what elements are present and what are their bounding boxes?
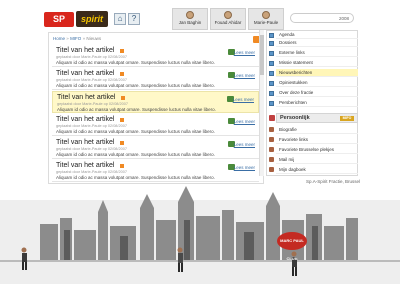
user-tab-fouad[interactable]: Fouad Ahidar <box>210 8 246 30</box>
read-more-link[interactable]: Lees meer <box>234 50 255 55</box>
read-more-link[interactable]: Lees meer <box>234 165 255 170</box>
vertical-scrollbar[interactable] <box>259 30 264 176</box>
news-icon <box>269 71 274 76</box>
mission-icon <box>269 61 274 66</box>
article-meta: geplaatst door Marie-Paule op 02/08/2007 <box>56 170 127 174</box>
read-more-link[interactable]: Lees meer <box>234 119 255 124</box>
sidebar-item-over-deze-fractie[interactable]: Over deze fractie <box>276 89 358 97</box>
dossiers-icon <box>269 41 274 46</box>
sidebar-item-opiniestukken[interactable]: Opiniestukken <box>276 79 358 87</box>
agenda-icon <box>269 33 274 38</box>
sidebar-item-persberichten[interactable]: Persberichten <box>276 99 358 107</box>
article-title[interactable]: Titel van het artikel <box>56 116 115 123</box>
article-excerpt: Aliquam id odio ac massa volutpat ornare… <box>56 129 215 134</box>
rss-small-icon <box>120 141 124 145</box>
biography-icon <box>269 127 274 132</box>
avatar <box>186 11 194 19</box>
home-icon[interactable]: ⌂ <box>114 13 126 25</box>
breadcrumb-home[interactable]: Home <box>53 36 65 41</box>
article-excerpt: Aliquam id odio ac massa volutpat ornare… <box>56 60 215 65</box>
article-item: Titel van het artikel geplaatst door Mar… <box>52 137 259 159</box>
city-skyline-illustration <box>0 186 400 276</box>
sidebar-item-mijn-dagboek[interactable]: Mijn dagboek <box>276 165 358 174</box>
help-icon[interactable]: ? <box>128 13 140 25</box>
article-item: Titel van het artikel geplaatst door Mar… <box>52 91 259 113</box>
favorite-links-icon <box>269 137 274 142</box>
article-title[interactable]: Titel van het artikel <box>57 94 116 101</box>
section-badge: MIFO <box>340 116 354 121</box>
sidebar-item-biografie[interactable]: Biografie <box>276 125 358 134</box>
article-excerpt: Aliquam id odio ac massa volutpat ornare… <box>56 152 215 157</box>
read-more-link[interactable]: Lees meer <box>234 73 255 78</box>
rss-small-icon <box>120 72 124 76</box>
article-title[interactable]: Titel van het artikel <box>56 70 115 77</box>
article-item: Titel van het artikel geplaatst door Mar… <box>52 114 259 136</box>
rss-small-icon <box>121 96 125 100</box>
external-links-icon <box>269 51 274 56</box>
avatar <box>224 11 232 19</box>
top-bar: SP spirit ⌂ ? Jan Baghin Fouad Ahidar Ma… <box>40 8 358 30</box>
article-title[interactable]: Titel van het artikel <box>56 162 115 169</box>
sp-logo[interactable]: SP <box>44 12 74 27</box>
read-more-link[interactable]: Lees meer <box>234 142 255 147</box>
user-name: Fouad Ahidar <box>214 20 242 25</box>
mail-icon <box>269 157 274 162</box>
article-item: Titel van het artikel geplaatst door Mar… <box>52 68 259 90</box>
breadcrumb: Home » MIFO » Nieuws <box>53 36 102 41</box>
article-item: Titel van het artikel geplaatst door Mar… <box>52 160 259 182</box>
article-title[interactable]: Titel van het artikel <box>56 139 115 146</box>
sidebar-item-favoriete-links[interactable]: Favoriete links <box>276 135 358 144</box>
sidebar-item-mail-mij[interactable]: Mail mij <box>276 155 358 164</box>
breadcrumb-section[interactable]: MIFO <box>70 36 81 41</box>
section-persoonlijk[interactable]: Persoonlijk MIFO <box>276 113 358 123</box>
news-list-panel: Home » MIFO » Nieuws Titel van het artik… <box>48 32 264 184</box>
user-name: Jan Baghin <box>178 20 202 25</box>
article-title[interactable]: Titel van het artikel <box>56 47 115 54</box>
search-input[interactable]: 2008 <box>290 13 354 23</box>
diary-icon <box>269 167 274 172</box>
user-name: Marie-Paule <box>253 20 279 25</box>
article-meta: geplaatst door Marie-Paule op 02/08/2007 <box>56 124 127 128</box>
sidebar-item-favoriete-plekjes[interactable]: Favoriete Brusselse plekjes <box>276 145 358 154</box>
article-meta: geplaatst door Marie-Paule op 02/08/2007 <box>57 102 128 106</box>
article-excerpt: Aliquam id odio ac massa volutpat ornare… <box>56 83 215 88</box>
rss-small-icon <box>120 164 124 168</box>
read-more-link[interactable]: Lees meer <box>233 97 254 102</box>
rss-small-icon <box>120 49 124 53</box>
sidebar: Agenda Dossiers Externe links Missie sta… <box>266 30 358 176</box>
info-icon <box>269 91 274 96</box>
sidebar-item-missie-statement[interactable]: Missie statement <box>276 59 358 67</box>
sidebar-item-agenda[interactable]: Agenda <box>276 31 358 39</box>
press-icon <box>269 101 274 106</box>
user-tab-marie-paule[interactable]: Marie-Paule <box>248 8 284 30</box>
personal-section-icon <box>269 115 275 121</box>
spirit-logo[interactable]: spirit <box>76 11 108 27</box>
search-value: 2008 <box>338 16 349 21</box>
market-badge[interactable]: MARC PAUL CLUB <box>277 232 307 261</box>
article-meta: geplaatst door Marie-Paule op 02/08/2007 <box>56 147 127 151</box>
article-meta: geplaatst door Marie-Paule op 02/08/2007 <box>56 55 127 59</box>
sidebar-item-dossiers[interactable]: Dossiers <box>276 39 358 47</box>
scrollbar-thumb[interactable] <box>260 35 264 75</box>
section-title: Persoonlijk <box>280 115 310 121</box>
breadcrumb-current: Nieuws <box>86 36 102 41</box>
sidebar-item-externe-links[interactable]: Externe links <box>276 49 358 57</box>
places-icon <box>269 147 274 152</box>
avatar <box>262 11 270 19</box>
article-excerpt: Aliquam id odio ac massa volutpat ornare… <box>57 107 216 112</box>
rss-small-icon <box>120 118 124 122</box>
article-meta: geplaatst door Marie-Paule op 02/08/2007 <box>56 78 127 82</box>
opinion-icon <box>269 81 274 86</box>
sidebar-item-nieuwsberichten[interactable]: Nieuwsberichten <box>276 69 358 77</box>
user-tab-jan[interactable]: Jan Baghin <box>172 8 208 30</box>
article-item: Titel van het artikel geplaatst door Mar… <box>52 45 259 67</box>
